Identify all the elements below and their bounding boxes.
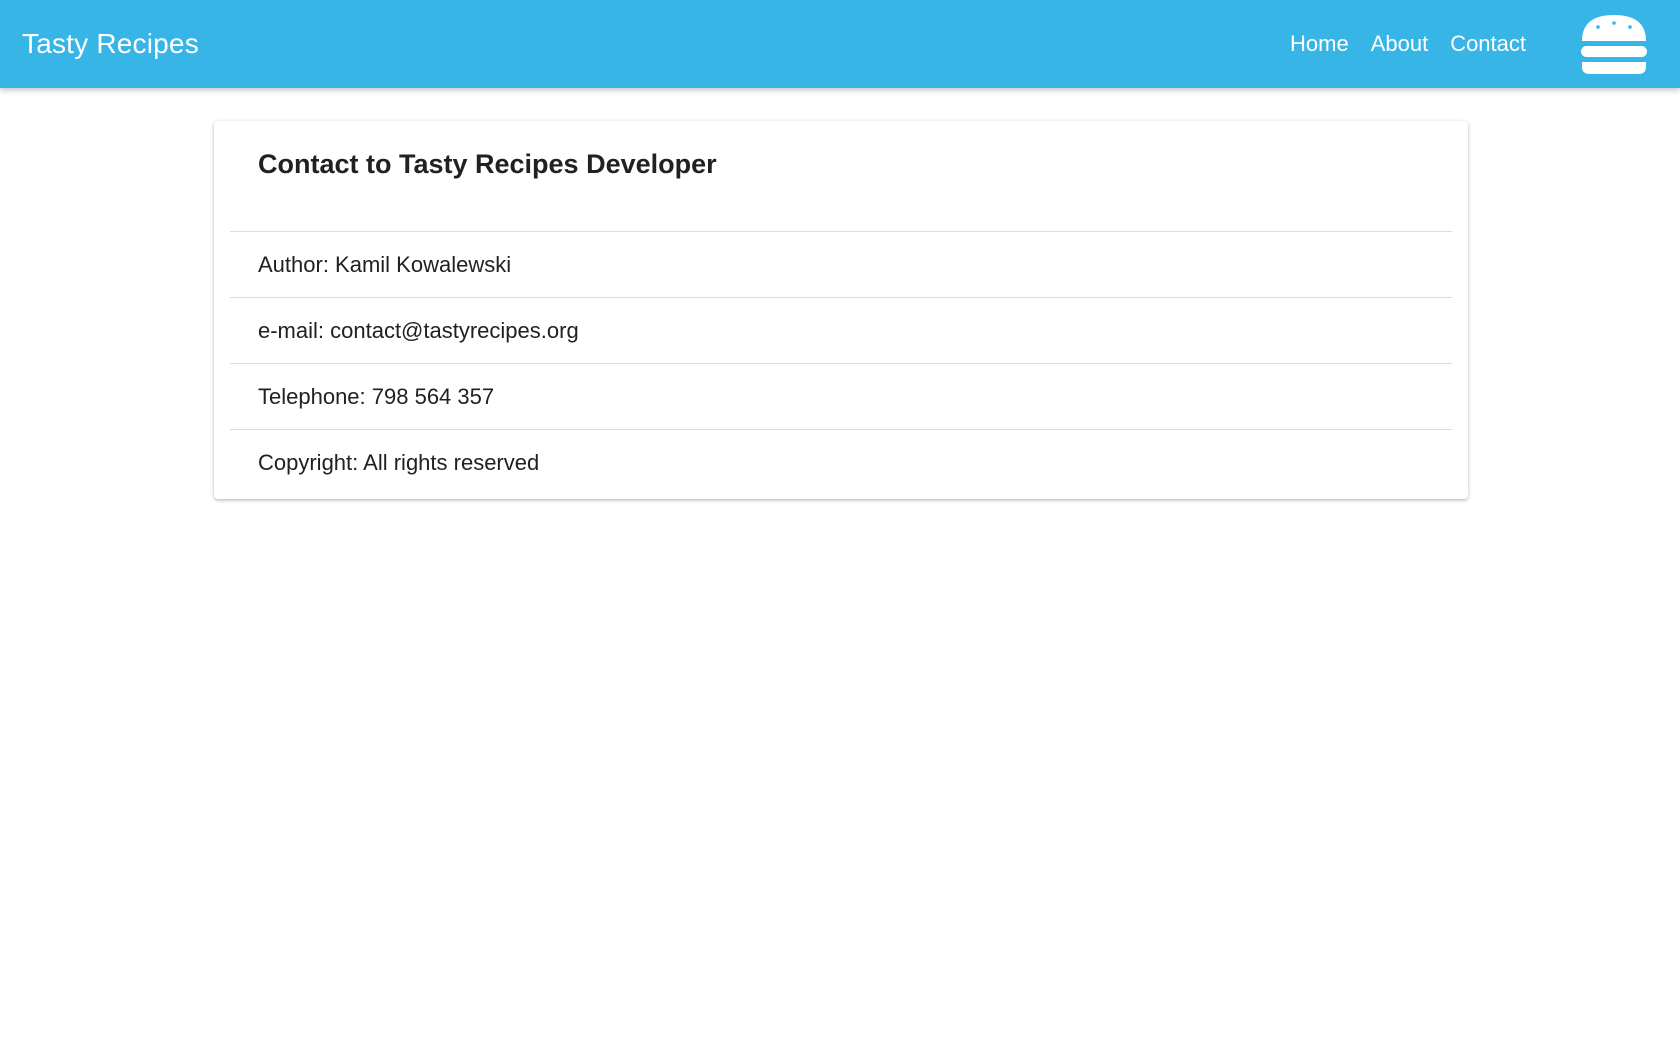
email-item: e-mail: contact@tastyrecipes.org — [230, 297, 1452, 363]
top-navbar: Tasty Recipes Home About Contact — [0, 0, 1680, 88]
nav-link-home[interactable]: Home — [1290, 31, 1349, 57]
contact-card: Contact to Tasty Recipes Developer Autho… — [214, 121, 1468, 499]
card-title: Contact to Tasty Recipes Developer — [258, 149, 717, 179]
brand-link[interactable]: Tasty Recipes — [22, 0, 199, 88]
nav-link-contact[interactable]: Contact — [1450, 31, 1526, 57]
nav-links: Home About Contact — [1290, 0, 1526, 88]
copyright-item: Copyright: All rights reserved — [230, 429, 1452, 496]
author-item: Author: Kamil Kowalewski — [230, 231, 1452, 297]
contact-details-list: Author: Kamil Kowalewski e-mail: contact… — [230, 231, 1452, 496]
burger-icon[interactable] — [1580, 14, 1648, 76]
telephone-item: Telephone: 798 564 357 — [230, 363, 1452, 429]
nav-link-about[interactable]: About — [1371, 31, 1429, 57]
